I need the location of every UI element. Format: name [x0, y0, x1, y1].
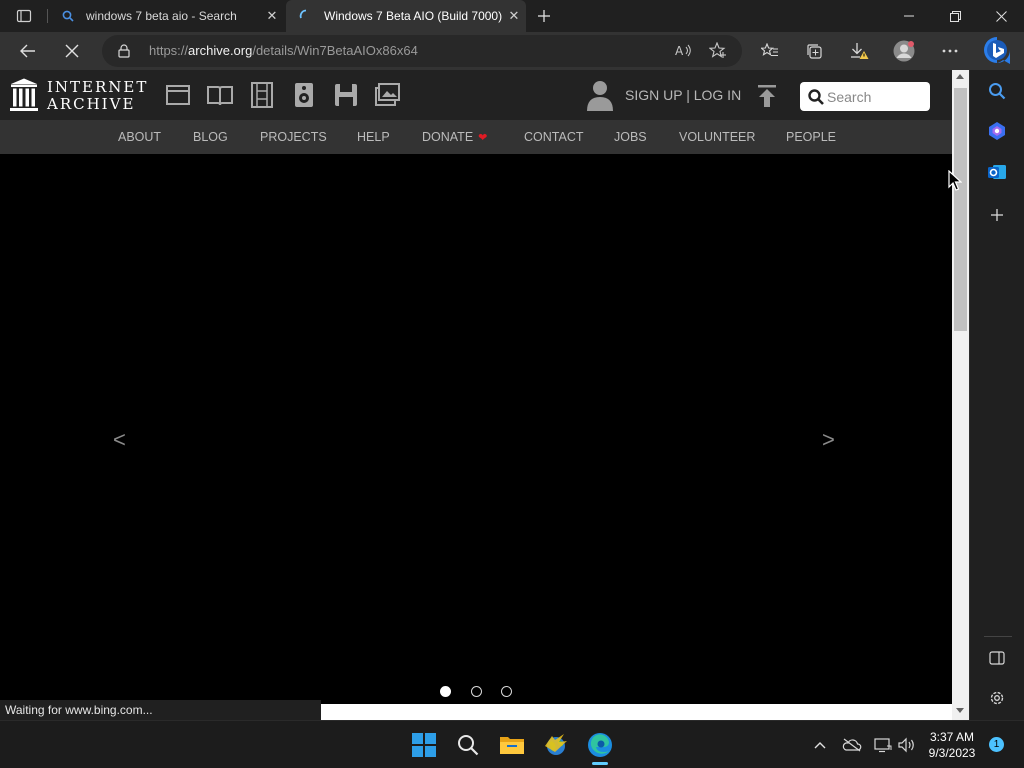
- add-sidebar-app-icon[interactable]: [983, 201, 1011, 229]
- nav-projects[interactable]: PROJECTS: [260, 130, 327, 144]
- tab-search[interactable]: windows 7 beta aio - Search ✕: [48, 0, 284, 32]
- nav-about[interactable]: ABOUT: [118, 130, 161, 144]
- clock-date: 9/3/2023: [928, 746, 976, 760]
- url-path: /details/Win7BetaAIOx86x64: [252, 43, 418, 58]
- video-icon[interactable]: [249, 82, 275, 108]
- windows-start-icon[interactable]: [408, 729, 440, 761]
- sidebar-search-icon[interactable]: [983, 77, 1011, 105]
- nav-jobs[interactable]: JOBS: [614, 130, 647, 144]
- taskbar-search-icon[interactable]: [452, 729, 484, 761]
- carousel-dot-1[interactable]: [440, 686, 451, 697]
- signup-login-link[interactable]: SIGN UP | LOG IN: [625, 87, 741, 103]
- lock-icon[interactable]: [118, 44, 130, 58]
- nav-donate[interactable]: DONATE ❤: [422, 130, 487, 144]
- nav-people[interactable]: PEOPLE: [786, 130, 836, 144]
- url-host: archive.org: [188, 43, 253, 58]
- settings-gear-icon[interactable]: [983, 684, 1011, 712]
- page-viewport: INTERNET ARCHIVE SIGN UP | LOG IN Search…: [0, 70, 952, 720]
- close-tab-icon[interactable]: ✕: [502, 4, 526, 28]
- tab-title: Windows 7 Beta AIO (Build 7000): [324, 9, 502, 23]
- carousel-prev-arrow[interactable]: <: [113, 427, 126, 453]
- downloads-warning-icon[interactable]: [844, 36, 874, 66]
- search-box[interactable]: [800, 82, 930, 111]
- scroll-down-icon[interactable]: [956, 708, 964, 713]
- minimize-icon[interactable]: [886, 0, 932, 32]
- network-globe-app-icon[interactable]: [540, 729, 572, 761]
- tab-actions-icon[interactable]: [10, 6, 38, 26]
- onedrive-offline-icon[interactable]: [842, 735, 862, 755]
- web-icon[interactable]: [165, 82, 191, 108]
- restore-icon[interactable]: [932, 0, 978, 32]
- profile-avatar-icon[interactable]: [889, 36, 919, 66]
- new-tab-icon[interactable]: [532, 4, 556, 28]
- carousel-dot-2[interactable]: [471, 686, 482, 697]
- tab-archive[interactable]: Windows 7 Beta AIO (Build 7000) ✕: [286, 0, 526, 32]
- file-explorer-icon[interactable]: [496, 729, 528, 761]
- active-app-indicator: [592, 762, 608, 765]
- more-options-icon[interactable]: [935, 36, 965, 66]
- copilot-icon[interactable]: [983, 117, 1011, 145]
- add-favorite-icon[interactable]: [709, 42, 727, 59]
- internet-archive-logo-icon[interactable]: [10, 78, 38, 112]
- horizontal-scrollbar[interactable]: [321, 704, 952, 720]
- close-tab-icon[interactable]: ✕: [260, 4, 284, 28]
- carousel-next-arrow[interactable]: >: [822, 427, 835, 453]
- bing-search-icon: [60, 8, 76, 24]
- nav-help[interactable]: HELP: [357, 130, 390, 144]
- url-text[interactable]: https://archive.org/details/Win7BetaAIOx…: [149, 43, 418, 58]
- network-icon[interactable]: [873, 735, 893, 755]
- search-input[interactable]: [827, 86, 925, 107]
- tab-title: windows 7 beta aio - Search: [86, 9, 237, 23]
- address-bar[interactable]: https://archive.org/details/Win7BetaAIOx…: [102, 35, 742, 67]
- internet-archive-wordmark[interactable]: INTERNET ARCHIVE: [47, 79, 148, 113]
- user-icon[interactable]: [585, 79, 615, 111]
- collections-icon[interactable]: [799, 36, 829, 66]
- nav-contact[interactable]: CONTACT: [524, 130, 584, 144]
- ia-header: INTERNET ARCHIVE SIGN UP | LOG IN: [0, 70, 952, 120]
- vertical-scrollbar[interactable]: [952, 70, 969, 720]
- audio-icon[interactable]: [291, 82, 317, 108]
- taskbar: 3:37 AM 9/3/2023 1: [0, 720, 1024, 768]
- system-clock[interactable]: 3:37 AM 9/3/2023: [920, 729, 984, 761]
- notification-badge[interactable]: 1: [989, 737, 1004, 752]
- read-aloud-icon[interactable]: A: [675, 43, 692, 58]
- svg-text:A: A: [675, 44, 684, 58]
- tab-strip: windows 7 beta aio - Search ✕ Windows 7 …: [0, 0, 1024, 32]
- mouse-cursor-icon: [948, 170, 962, 192]
- ia-nav-bar: ABOUT BLOG PROJECTS HELP DONATE ❤ CONTACT…: [0, 120, 952, 154]
- scroll-up-icon[interactable]: [956, 74, 964, 79]
- scrollbar-thumb[interactable]: [954, 88, 967, 331]
- search-icon[interactable]: [808, 89, 824, 105]
- stop-loading-icon[interactable]: [57, 36, 87, 66]
- software-icon[interactable]: [333, 82, 359, 108]
- texts-icon[interactable]: [207, 82, 233, 108]
- browser-toolbar: https://archive.org/details/Win7BetaAIOx…: [0, 32, 1024, 70]
- wordmark-line2: ARCHIVE: [47, 95, 136, 113]
- edge-sidebar: [969, 70, 1024, 720]
- hide-sidebar-icon[interactable]: [983, 644, 1011, 672]
- outlook-icon[interactable]: [983, 158, 1011, 186]
- carousel-dot-3[interactable]: [501, 686, 512, 697]
- status-bar: Waiting for www.bing.com...: [0, 700, 321, 720]
- url-scheme: https://: [149, 43, 189, 58]
- close-window-icon[interactable]: [978, 0, 1024, 32]
- volume-icon[interactable]: [897, 735, 917, 755]
- show-hidden-icons-chevron-icon[interactable]: [810, 735, 830, 755]
- nav-donate-label: DONATE: [422, 130, 474, 144]
- favorites-icon[interactable]: [755, 36, 785, 66]
- nav-volunteer[interactable]: VOLUNTEER: [679, 130, 755, 144]
- nav-blog[interactable]: BLOG: [193, 130, 228, 144]
- heart-icon: ❤: [478, 132, 488, 144]
- images-icon[interactable]: [375, 82, 401, 108]
- loading-spinner-icon: [298, 8, 314, 24]
- back-arrow-icon[interactable]: [13, 36, 43, 66]
- upload-icon[interactable]: [756, 84, 778, 108]
- edge-browser-icon[interactable]: [584, 729, 616, 761]
- clock-time: 3:37 AM: [929, 730, 975, 744]
- wordmark-line1: INTERNET: [47, 78, 149, 96]
- bing-chat-icon[interactable]: [981, 34, 1013, 68]
- sidebar-divider: [984, 636, 1012, 637]
